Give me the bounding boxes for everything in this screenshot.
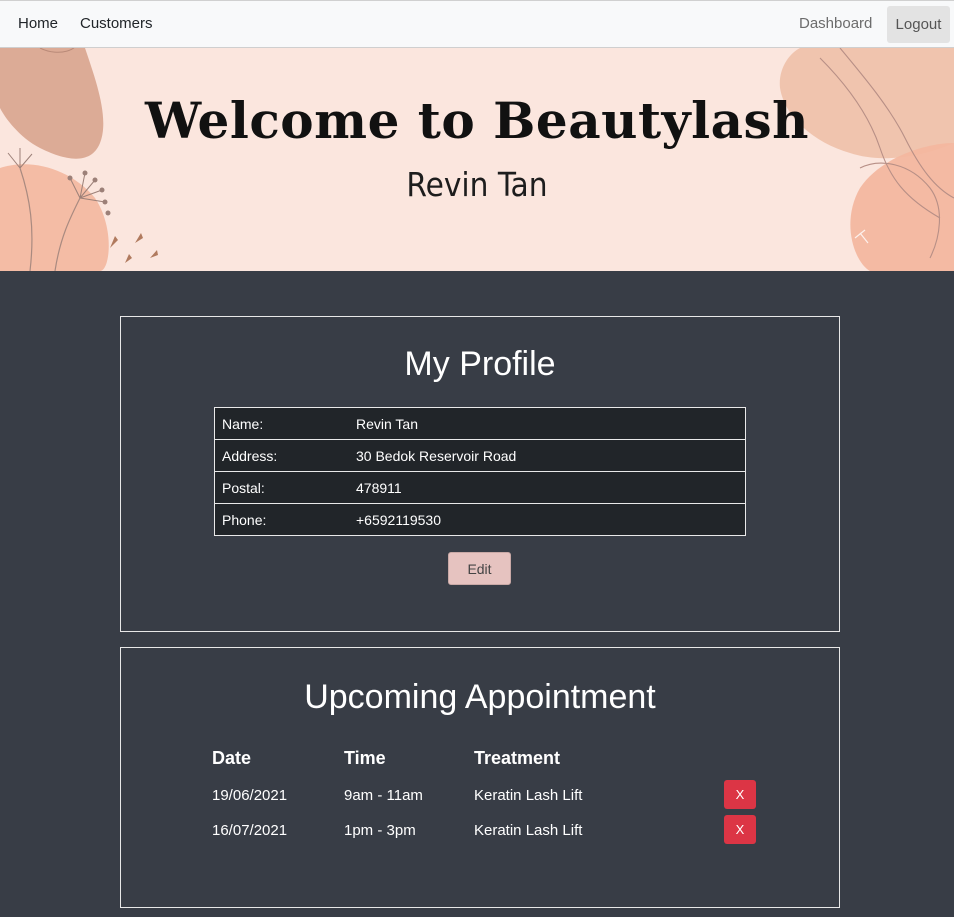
floral-decoration-image: [0, 48, 954, 271]
appointments-title: Upcoming Appointment: [304, 678, 656, 716]
header-date: Date: [212, 748, 252, 768]
hero-banner: Welcome to Beautylash Revin Tan: [0, 48, 954, 271]
table-row: Name: Revin Tan: [214, 407, 746, 440]
header-treatment: Treatment: [474, 748, 561, 768]
profile-table: Name: Revin Tan Address: 30 Bedok Reserv…: [214, 407, 746, 536]
edit-profile-button[interactable]: Edit: [448, 552, 511, 585]
profile-label: Address:: [214, 439, 349, 472]
nav-dashboard-link[interactable]: Dashboard: [799, 15, 872, 32]
profile-label: Phone:: [214, 503, 349, 536]
profile-title: My Profile: [404, 345, 556, 383]
appointment-date: 19/06/2021: [212, 787, 288, 804]
logout-button[interactable]: Logout: [887, 6, 950, 43]
profile-value: Revin Tan: [349, 407, 746, 440]
hero-user-name: Revin Tan: [406, 165, 548, 204]
profile-label: Name:: [214, 407, 349, 440]
profile-label: Postal:: [214, 471, 349, 504]
profile-value: 30 Bedok Reservoir Road: [349, 439, 746, 472]
appointment-time: 1pm - 3pm: [344, 822, 416, 839]
nav-home-link[interactable]: Home: [18, 15, 58, 32]
appointment-treatment: Keratin Lash Lift: [474, 787, 583, 804]
appointment-time: 9am - 11am: [344, 787, 423, 804]
delete-appointment-button[interactable]: X: [724, 815, 756, 844]
appointments-card: Upcoming Appointment Date Time Treatment…: [120, 647, 840, 908]
navbar: Home Customers Dashboard Logout: [0, 0, 954, 48]
delete-appointment-button[interactable]: X: [724, 780, 756, 809]
profile-value: +6592119530: [349, 503, 746, 536]
appointment-date: 16/07/2021: [212, 822, 288, 839]
profile-card: My Profile Name: Revin Tan Address: 30 B…: [120, 316, 840, 632]
hero-title: Welcome to Beautylash: [144, 91, 809, 150]
appointment-treatment: Keratin Lash Lift: [474, 822, 583, 839]
profile-value: 478911: [349, 471, 746, 504]
table-row: Postal: 478911: [214, 471, 746, 504]
header-time: Time: [344, 748, 386, 768]
nav-customers-link[interactable]: Customers: [80, 15, 153, 32]
table-row: Phone: +6592119530: [214, 503, 746, 536]
table-row: Address: 30 Bedok Reservoir Road: [214, 439, 746, 472]
